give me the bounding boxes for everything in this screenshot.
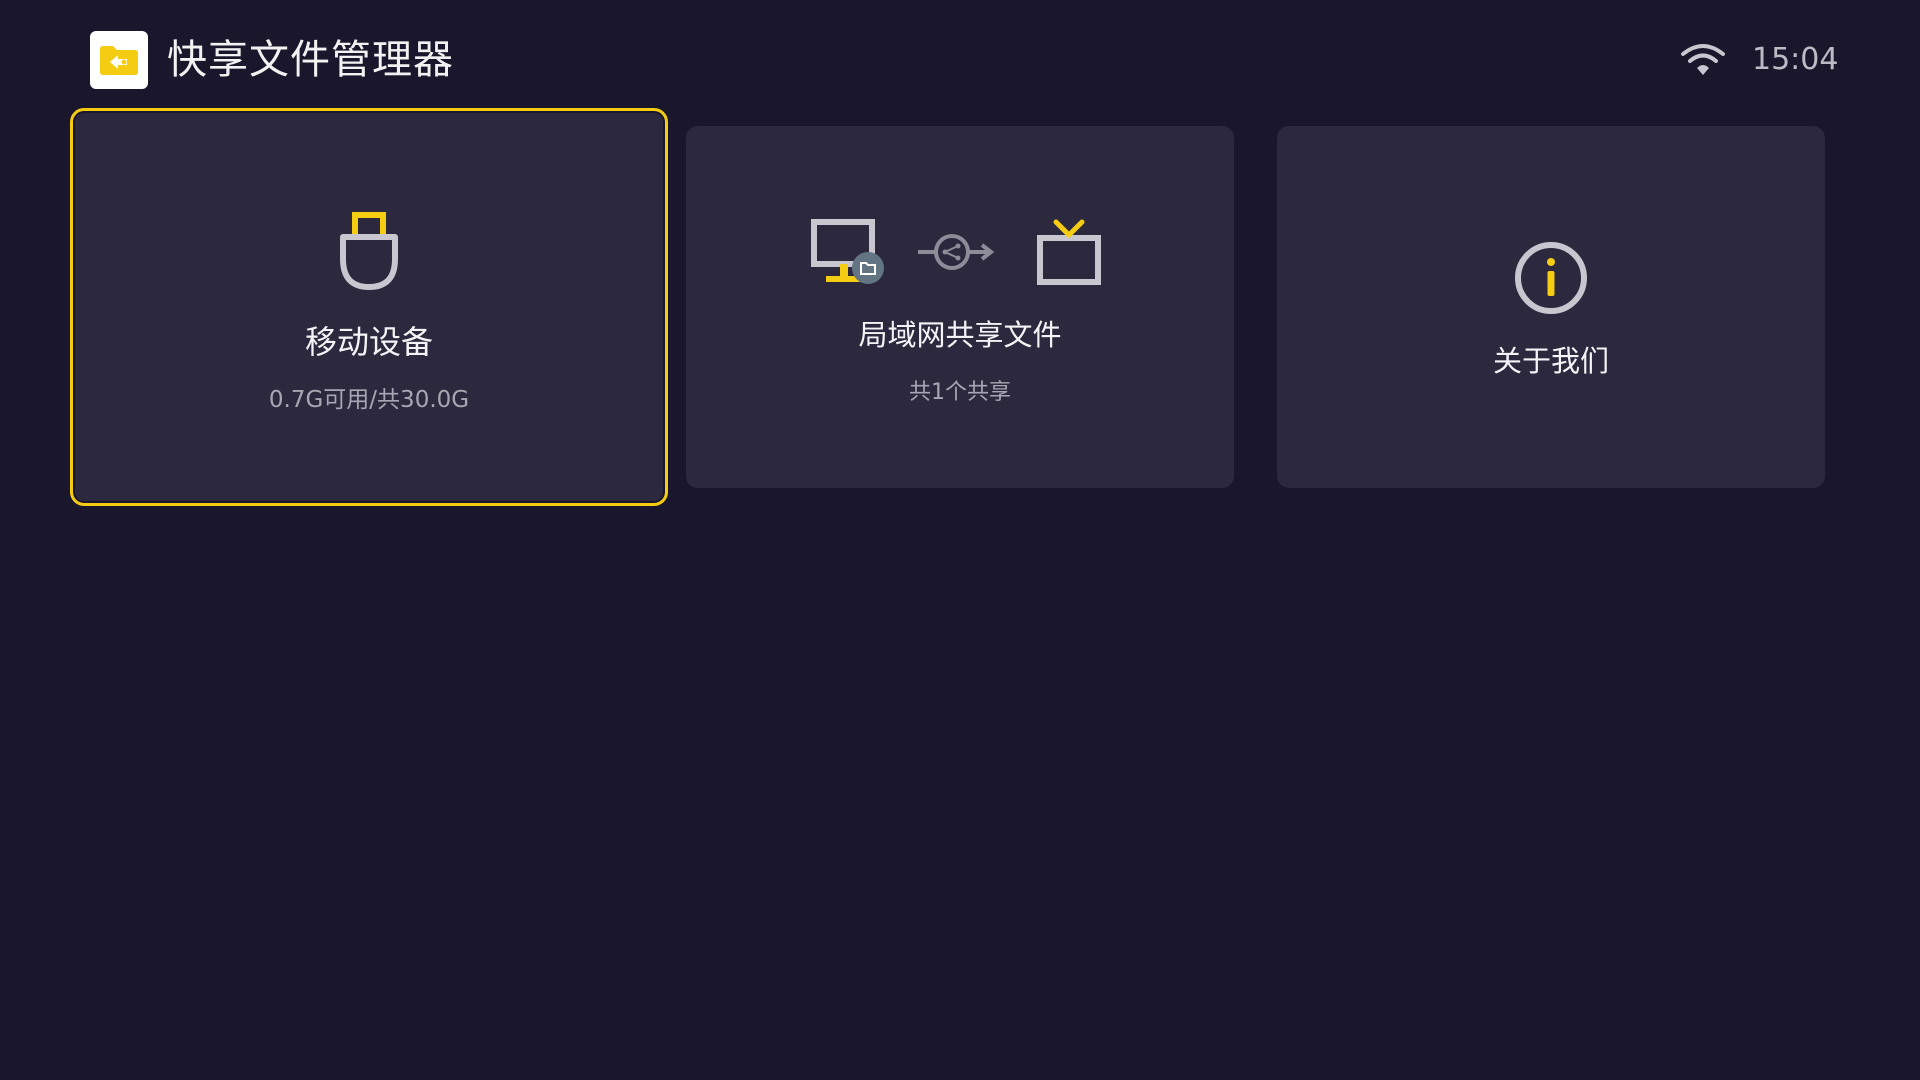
usb-drive-icon <box>340 212 398 290</box>
app-logo <box>90 31 148 89</box>
card-label: 移动设备 <box>304 323 433 361</box>
card-about-us[interactable]: 关于我们 <box>1277 126 1825 488</box>
card-label: 关于我们 <box>1492 344 1609 378</box>
share-count: 共1个共享 <box>909 380 1011 405</box>
storage-info: 0.7G可用/共30.0G <box>268 387 470 413</box>
card-mobile-device[interactable]: 移动设备 0.7G可用/共30.0G <box>70 108 668 506</box>
top-bar: 快享文件管理器 15:04 <box>0 0 1920 110</box>
folder-share-logo-icon <box>100 46 138 75</box>
pc-to-tv-share-icon <box>811 219 1101 285</box>
status-clock: 15:04 <box>1752 42 1839 77</box>
app-title: 快享文件管理器 <box>167 37 454 83</box>
info-icon <box>1515 242 1587 314</box>
wifi-icon <box>1681 44 1725 75</box>
card-lan-share[interactable]: 局域网共享文件 共1个共享 <box>686 126 1234 488</box>
card-label: 局域网共享文件 <box>858 318 1062 352</box>
